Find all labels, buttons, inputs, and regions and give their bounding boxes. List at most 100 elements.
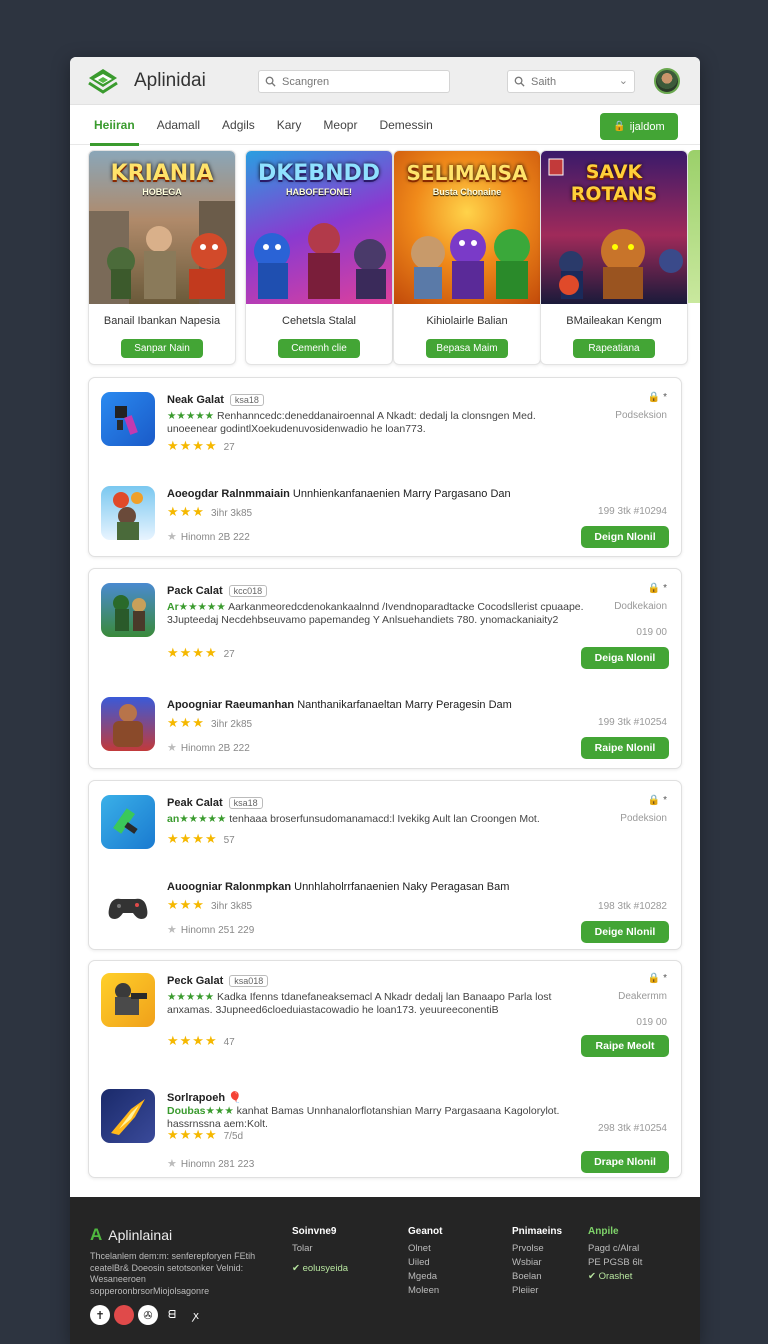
lock-icon[interactable]: 🔒 * [648, 973, 667, 984]
rating-stars: ★★★ 3ihr 2k85 [167, 715, 253, 730]
rating-stars: ★★★★ 47 [167, 1033, 235, 1048]
app-window: Aplinidai Scangren Saith ⌄ Heiiran Adama… [70, 57, 700, 1344]
app-title: Pack Calat kcc018 [167, 585, 268, 597]
app-meta: ★ Hinomn 251 229 [167, 924, 255, 936]
age-tag: ksa018 [229, 975, 269, 987]
featured-action-button[interactable]: Bepasa Maim [426, 339, 508, 358]
footer-link[interactable]: Pleiier [512, 1284, 562, 1298]
social-icon-5[interactable]: ꭗ [186, 1305, 206, 1325]
footer-about: Thcelanlem dem:m: senferepforyen FEtih c… [90, 1251, 256, 1296]
rating-stars: ★★★★ 27 [167, 645, 235, 660]
nav-tab[interactable]: Demessin [379, 105, 432, 145]
footer: A Aplinlainai Thcelanlem dem:m: senferep… [70, 1197, 700, 1344]
install-button[interactable]: Deige Nlonil [581, 921, 669, 943]
next-card-peek[interactable] [688, 150, 700, 303]
balloon-icon: 🎈 [228, 1092, 242, 1104]
install-button[interactable]: Deign Nlonil [581, 526, 669, 548]
app-icon [101, 392, 155, 446]
featured-action-button[interactable]: Sanpar Nain [121, 339, 203, 358]
art-title: KRIANIA [110, 161, 214, 186]
featured-action-button[interactable]: Rapeatiana [573, 339, 655, 358]
app-description: ★★★★★ Renhanncedc:deneddanairoennal A Nk… [167, 410, 536, 435]
lock-icon: 🔒 [613, 121, 626, 132]
nav-tab[interactable]: Meopr [323, 105, 357, 145]
footer-link[interactable]: Moleen [408, 1284, 442, 1298]
footer-link[interactable]: Prvolse [512, 1242, 562, 1256]
app-price: 019 00 [636, 627, 667, 638]
nav-tab[interactable]: Adgils [222, 105, 255, 145]
art-title: SELIMAISA [406, 161, 528, 185]
search-icon [514, 76, 525, 87]
game-name: Cehetsla Stalal [282, 315, 356, 327]
art-title: SAVK ROTANS [570, 161, 658, 205]
footer-heading: Geanot [408, 1226, 443, 1237]
featured-card[interactable]: KRIANIA HOBEGA Banail Ibankan Napesia Sa… [88, 150, 236, 365]
social-icon-2[interactable]: ● [114, 1305, 134, 1325]
signin-button[interactable]: 🔒 ijaldom [600, 113, 678, 140]
nav-tab[interactable]: Adamall [157, 105, 200, 145]
lock-icon[interactable]: 🔒 * [648, 583, 667, 594]
featured-card[interactable]: SELIMAISA Busta Chonaine Kihiolairle Bal… [393, 150, 541, 365]
avatar[interactable] [654, 68, 680, 94]
app-title: Neak Galat ksa18 [167, 394, 264, 406]
footer-link[interactable]: Tolar [292, 1242, 348, 1256]
app-title: Peck Galat ksa018 [167, 975, 269, 987]
app-icon [101, 879, 155, 933]
nav-tab[interactable]: Kary [277, 105, 302, 145]
logo[interactable]: Aplinidai [88, 68, 206, 94]
logo-icon [88, 68, 118, 94]
featured-card[interactable]: DKEBNDD HABOFEFONE! Cehetsla Stalal Ceme… [245, 150, 393, 365]
app-description: an★★★★★ tenhaaa broserfunsudomanamacd:l … [167, 813, 540, 825]
lock-icon[interactable]: 🔒 * [648, 795, 667, 806]
rating-stars: ★★★★ 27 [167, 438, 235, 453]
chevron-down-icon[interactable]: ⌄ [619, 74, 628, 87]
install-button[interactable]: Drape Nlonil [581, 1151, 669, 1173]
featured-card[interactable]: SAVK ROTANS BMaileakan Kengm Rapeatiana [540, 150, 688, 365]
app-stats: 198 3tk #10282 [598, 901, 667, 912]
game-art: KRIANIA HOBEGA [89, 151, 235, 304]
footer-link[interactable]: ✔ eolusyeida [292, 1262, 348, 1276]
app-title: Auoogniar Ralonmpkan Unnhlaholrrfanaenie… [167, 881, 510, 893]
footer-link[interactable]: PE PGSB 6lt [588, 1256, 642, 1270]
app-description: Ar★★★★★ Aarkanmeoredcdenokankaalnnd /Ive… [167, 601, 584, 626]
search-input[interactable]: Scangren [258, 70, 450, 93]
secondary-search-input[interactable]: Saith ⌄ [507, 70, 635, 93]
footer-link[interactable]: Pagd c/Alral [588, 1242, 642, 1256]
art-subtitle: Busta Chonaine [432, 187, 502, 197]
app-category: Podseksion [615, 410, 667, 421]
rating-stars: ★★★★ 7/5d [167, 1127, 244, 1142]
app-icon [101, 973, 155, 1027]
rating-stars: ★★★★ 57 [167, 831, 235, 846]
footer-link[interactable]: Mgeda [408, 1270, 442, 1284]
footer-column: Anpile Pagd c/Alral PE PGSB 6lt ✔ Orashe… [588, 1225, 642, 1284]
app-stats: 199 3tk #10294 [598, 506, 667, 517]
app-category: Deakermm [618, 991, 667, 1002]
nav-tab[interactable]: Heiiran [90, 105, 139, 146]
app-price: 019 00 [636, 1017, 667, 1028]
social-icon-1[interactable]: ✝ [90, 1305, 110, 1325]
install-button[interactable]: Deiga Nlonil [581, 647, 669, 669]
install-button[interactable]: Raipe Meolt [581, 1035, 669, 1057]
footer-brand[interactable]: A Aplinlainai [90, 1225, 172, 1245]
footer-link[interactable]: Boelan [512, 1270, 562, 1284]
art-title: DKEBNDD [257, 161, 381, 186]
search2-placeholder: Saith [531, 75, 557, 88]
game-name: BMaileakan Kengm [566, 315, 662, 327]
app-category: Dodkekaion [614, 601, 667, 612]
lock-icon[interactable]: 🔒 * [648, 392, 667, 403]
app-icon [101, 1089, 155, 1143]
footer-link[interactable]: Uiled [408, 1256, 442, 1270]
game-name: Kihiolairle Balian [426, 315, 508, 327]
game-art: SELIMAISA Busta Chonaine [394, 151, 540, 304]
social-icon-4[interactable]: ᗺ [162, 1305, 182, 1325]
install-button[interactable]: Raipe Nlonil [581, 737, 669, 759]
app-meta: ★ Hinomn 281 223 [167, 1158, 255, 1170]
footer-link[interactable]: ✔ Orashet [588, 1270, 642, 1284]
age-tag: kcc018 [228, 585, 268, 597]
footer-link[interactable]: Wsbiar [512, 1256, 562, 1270]
app-stats: 298 3tk #10254 [598, 1123, 667, 1134]
featured-action-button[interactable]: Cemenh clie [278, 339, 360, 358]
social-icon-3[interactable]: ✇ [138, 1305, 158, 1325]
footer-link[interactable]: Olnet [408, 1242, 442, 1256]
app-stats: 199 3tk #10254 [598, 717, 667, 728]
